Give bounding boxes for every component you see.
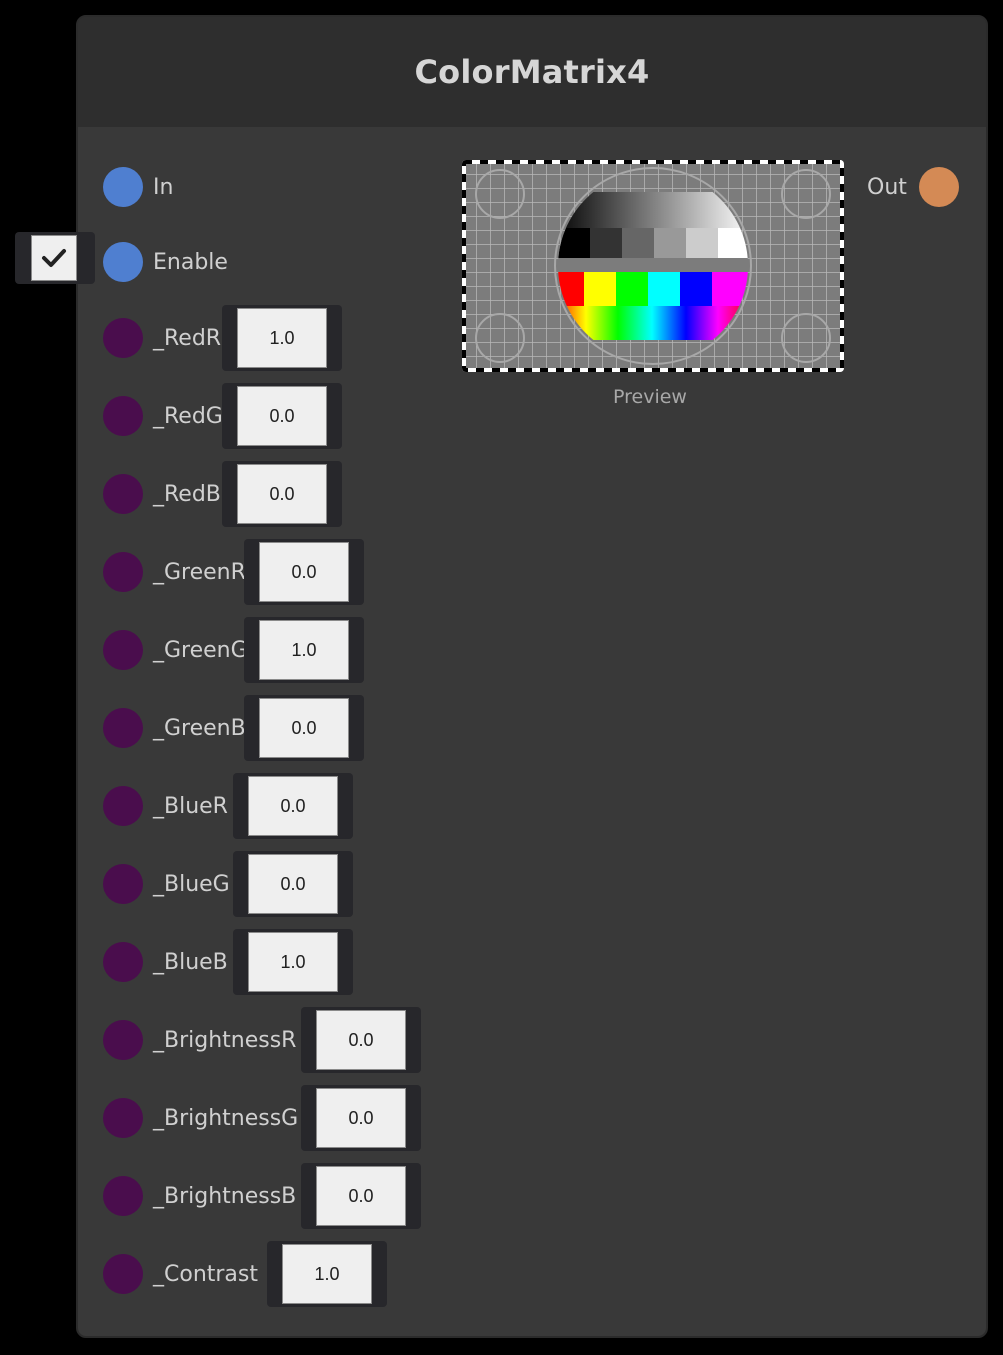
- port-out[interactable]: Out: [867, 165, 959, 209]
- port-in[interactable]: In: [103, 165, 173, 209]
- port-enable[interactable]: Enable: [103, 240, 228, 284]
- param-label: _BrightnessR: [153, 1027, 297, 1053]
- param-field-container: 0.0: [244, 695, 364, 761]
- param-value-input[interactable]: 0.0: [248, 776, 338, 836]
- param-value-input[interactable]: 0.0: [248, 854, 338, 914]
- port-out-label: Out: [867, 174, 907, 200]
- param-field-container: 0.0: [222, 461, 342, 527]
- param-label: _BrightnessG: [153, 1105, 299, 1131]
- param-row[interactable]: _GreenG: [103, 628, 248, 672]
- param-port-dot[interactable]: [103, 396, 143, 436]
- param-port-dot[interactable]: [103, 318, 143, 358]
- param-port-dot[interactable]: [103, 942, 143, 982]
- enable-port-dot[interactable]: [103, 242, 143, 282]
- param-field-container: 1.0: [222, 305, 342, 371]
- param-value-input[interactable]: 0.0: [259, 542, 349, 602]
- param-row[interactable]: _BrightnessR: [103, 1018, 296, 1062]
- param-value-input[interactable]: 0.0: [259, 698, 349, 758]
- enable-checkbox-container: [15, 232, 95, 284]
- param-port-dot[interactable]: [103, 1176, 143, 1216]
- param-row[interactable]: _BrightnessB: [103, 1174, 296, 1218]
- param-value-input[interactable]: 1.0: [237, 308, 327, 368]
- param-row[interactable]: _BlueG: [103, 862, 230, 906]
- param-port-dot[interactable]: [103, 1020, 143, 1060]
- output-port-dot[interactable]: [918, 167, 959, 207]
- param-row[interactable]: _RedG: [103, 394, 223, 438]
- param-value-input[interactable]: 0.0: [316, 1010, 406, 1070]
- param-port-dot[interactable]: [103, 630, 143, 670]
- param-label: _Contrast: [153, 1261, 259, 1287]
- port-enable-label: Enable: [153, 249, 228, 275]
- param-port-dot[interactable]: [103, 1098, 143, 1138]
- param-row[interactable]: _GreenB: [103, 706, 246, 750]
- param-port-dot[interactable]: [103, 864, 143, 904]
- param-label: _BlueR: [153, 793, 228, 819]
- test-pattern-icon: [462, 160, 844, 372]
- param-row[interactable]: _GreenR: [103, 550, 246, 594]
- param-field-container: 0.0: [301, 1007, 421, 1073]
- param-value-input[interactable]: 0.0: [316, 1166, 406, 1226]
- param-value-input[interactable]: 1.0: [248, 932, 338, 992]
- param-label: _BlueB: [153, 949, 228, 975]
- param-port-dot[interactable]: [103, 786, 143, 826]
- param-value-input[interactable]: 1.0: [282, 1244, 372, 1304]
- param-label: _RedB: [153, 481, 221, 507]
- param-port-dot[interactable]: [103, 1254, 143, 1294]
- param-port-dot[interactable]: [103, 474, 143, 514]
- param-label: _RedR: [153, 325, 222, 351]
- param-port-dot[interactable]: [103, 552, 143, 592]
- param-value-input[interactable]: 1.0: [259, 620, 349, 680]
- param-row[interactable]: _RedB: [103, 472, 221, 516]
- param-row[interactable]: _RedR: [103, 316, 221, 360]
- param-field-container: 1.0: [233, 929, 353, 995]
- param-field-container: 0.0: [301, 1163, 421, 1229]
- param-label: _BlueG: [153, 871, 230, 897]
- checkmark-icon: [42, 249, 66, 267]
- param-field-container: 1.0: [267, 1241, 387, 1307]
- param-value-input[interactable]: 0.0: [237, 386, 327, 446]
- param-label: _GreenG: [153, 637, 248, 663]
- param-field-container: 0.0: [244, 539, 364, 605]
- param-label: _BrightnessB: [153, 1183, 297, 1209]
- param-label: _RedG: [153, 403, 223, 429]
- param-field-container: 0.0: [233, 773, 353, 839]
- param-row[interactable]: _Contrast: [103, 1252, 258, 1296]
- preview-image: [462, 160, 844, 372]
- node-header[interactable]: ColorMatrix4: [78, 17, 986, 127]
- param-field-container: 0.0: [301, 1085, 421, 1151]
- input-port-dot[interactable]: [103, 167, 143, 207]
- param-value-input[interactable]: 0.0: [237, 464, 327, 524]
- param-port-dot[interactable]: [103, 708, 143, 748]
- param-row[interactable]: _BrightnessG: [103, 1096, 298, 1140]
- param-value-input[interactable]: 0.0: [316, 1088, 406, 1148]
- port-in-label: In: [153, 174, 174, 200]
- preview-label: Preview: [613, 386, 687, 408]
- param-label: _GreenR: [153, 559, 246, 585]
- node-title: ColorMatrix4: [414, 53, 650, 91]
- param-field-container: 0.0: [222, 383, 342, 449]
- param-row[interactable]: _BlueR: [103, 784, 228, 828]
- param-field-container: 1.0: [244, 617, 364, 683]
- param-row[interactable]: _BlueB: [103, 940, 228, 984]
- enable-checkbox[interactable]: [31, 235, 77, 281]
- param-field-container: 0.0: [233, 851, 353, 917]
- param-label: _GreenB: [153, 715, 246, 741]
